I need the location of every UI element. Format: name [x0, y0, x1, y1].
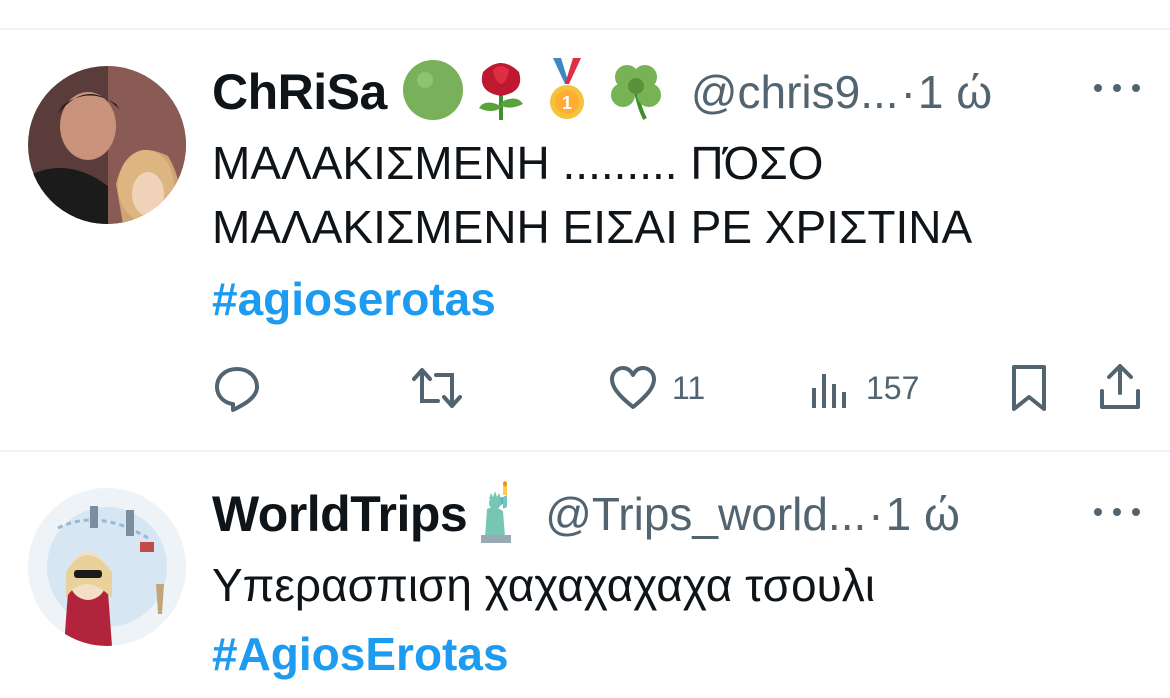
more-dot-icon: [1132, 508, 1140, 516]
tweet-header: WorldTrips @Trips_world... · 1 ώ: [212, 480, 960, 544]
handle[interactable]: @Trips_world...: [545, 487, 866, 541]
heart-icon: [610, 366, 656, 409]
tweet-header: ChRiSa 1 @chris9... · 1 ώ: [212, 57, 992, 122]
views-button[interactable]: 157: [808, 360, 919, 416]
bookmark-icon: [1012, 365, 1046, 411]
timestamp[interactable]: 1 ώ: [886, 487, 960, 541]
retweet-button[interactable]: [410, 360, 464, 416]
like-button[interactable]: 11: [608, 360, 705, 416]
retweet-icon: [412, 368, 462, 408]
more-options-button[interactable]: [1094, 502, 1140, 522]
display-name[interactable]: WorldTrips: [212, 485, 468, 543]
medal-icon: 1: [547, 57, 587, 127]
display-name[interactable]: ChRiSa: [212, 63, 387, 121]
rose-icon: [473, 58, 529, 127]
more-dot-icon: [1113, 508, 1121, 516]
bookmark-button[interactable]: [1010, 360, 1048, 416]
green-circle-icon: [401, 58, 465, 127]
tweet-text-line: ΜΑΛΑΚΙΣΜΕΝΗ ......... ΠΌΣΟ: [212, 137, 824, 189]
more-options-button[interactable]: [1094, 78, 1140, 98]
timeline-feed: ChRiSa 1 @chris9... · 1 ώ ΜΑΛΑΚΙΣΜΕΝΗ ..…: [0, 0, 1170, 698]
separator-dot: ·: [868, 488, 884, 540]
tweet-text: Υπερασπιση χαχαχαχαχα τσουλι: [212, 553, 1112, 617]
reply-button[interactable]: [212, 360, 262, 416]
more-dot-icon: [1094, 84, 1102, 92]
tweet-card[interactable]: WorldTrips @Trips_world... · 1 ώ Υπερασπ…: [0, 452, 1170, 698]
tweet-actions: 11 157: [0, 360, 1170, 416]
shamrock-icon: [605, 59, 667, 126]
more-dot-icon: [1094, 508, 1102, 516]
avatar[interactable]: [28, 66, 186, 224]
like-count: 11: [672, 369, 706, 406]
statue-of-liberty-icon: [477, 480, 521, 548]
tweet-text-line: ΜΑΛΑΚΙΣΜΕΝΗ ΕΙΣΑΙ ΡΕ ΧΡΙΣΤΙΝΑ: [212, 201, 973, 253]
tweet-text-line: Υπερασπιση χαχαχαχαχα τσουλι: [212, 559, 875, 611]
more-dot-icon: [1113, 84, 1121, 92]
views-count: 157: [866, 369, 920, 406]
separator-dot: ·: [900, 66, 916, 118]
reply-icon: [215, 367, 259, 412]
timestamp[interactable]: 1 ώ: [918, 65, 992, 119]
share-icon: [1100, 364, 1140, 409]
tweet-text: ΜΑΛΑΚΙΣΜΕΝΗ ......... ΠΌΣΟ ΜΑΛΑΚΙΣΜΕΝΗ Ε…: [212, 131, 1112, 259]
tweet-card[interactable]: ChRiSa 1 @chris9... · 1 ώ ΜΑΛΑΚΙΣΜΕΝΗ ..…: [0, 0, 1170, 450]
avatar[interactable]: [28, 488, 186, 646]
handle[interactable]: @chris9...: [691, 65, 899, 119]
share-button[interactable]: [1098, 360, 1142, 416]
views-icon: [812, 374, 846, 408]
hashtag-link[interactable]: #agioserotas: [212, 267, 496, 331]
svg-text:1: 1: [562, 93, 572, 113]
more-dot-icon: [1132, 84, 1140, 92]
hashtag-link[interactable]: #AgiosErotas: [212, 622, 509, 686]
